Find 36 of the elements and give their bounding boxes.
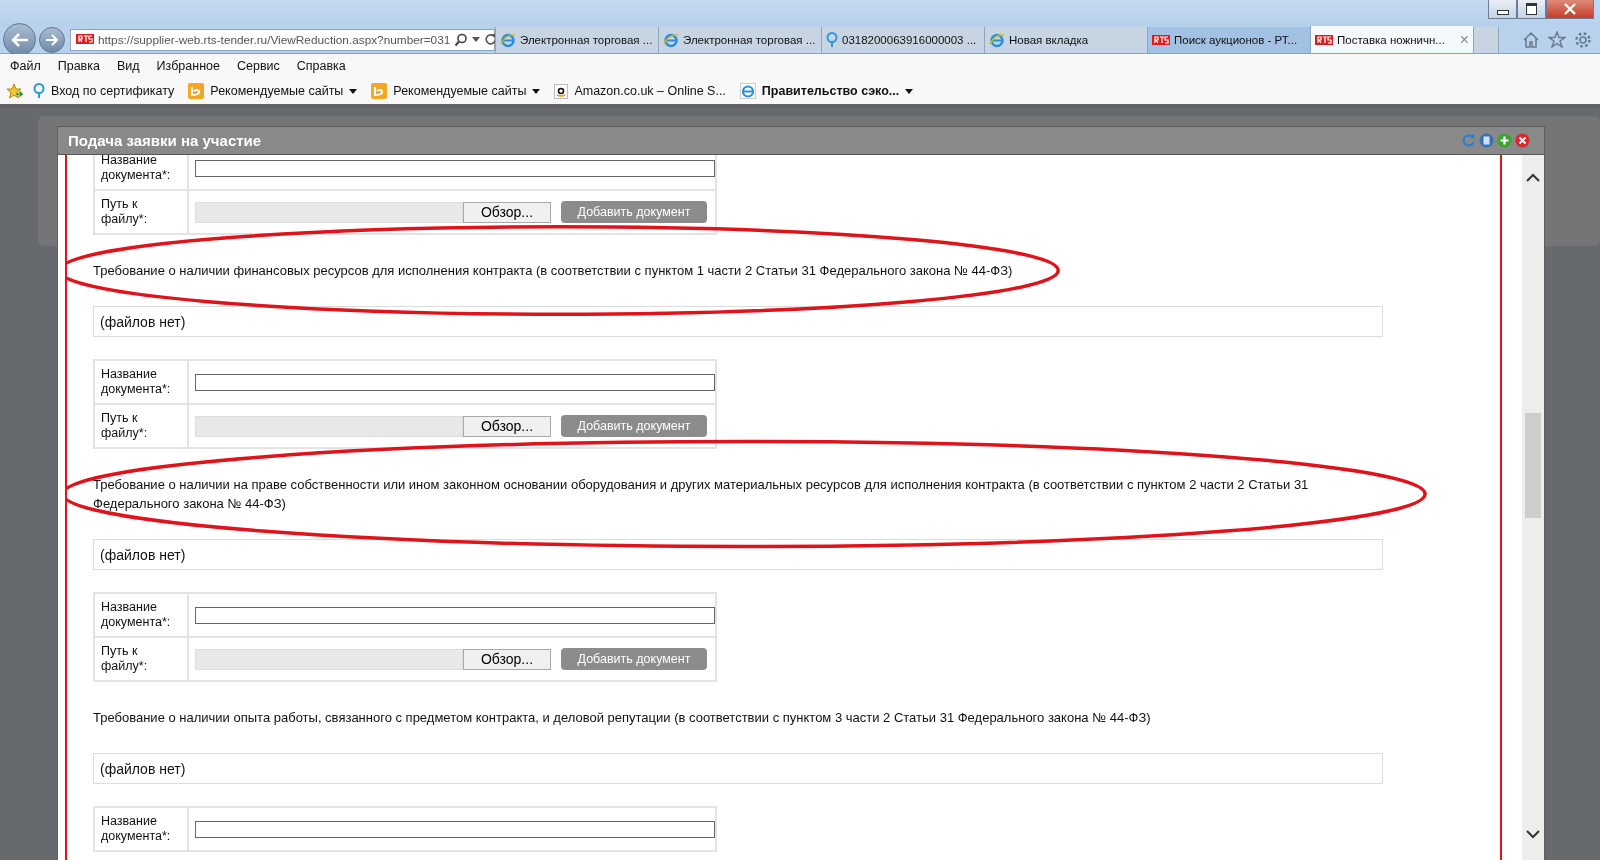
no-files-text: (файлов нет) [100,313,186,330]
menu-item[interactable]: Сервис [236,59,280,73]
browse-button[interactable]: Обзор... [463,201,551,223]
url-text: https://supplier-web.rts-tender.ru/ViewReduction.aspx?number=031 [98,32,451,47]
browser-tab[interactable]: 0318200063916000003 ... [821,26,984,53]
field-label: Путь к файлу*: [95,191,189,233]
favorites-link[interactable]: Amazon.co.uk – Online S... [554,83,726,99]
browse-button[interactable]: Обзор... [463,648,551,670]
dialog-title: Подача заявки на участие [68,132,262,149]
field-label: Путь к файлу*: [95,638,189,680]
favorites-link[interactable]: Правительство сэко... [739,83,914,99]
field-label: Название документа*: [95,361,189,403]
menu-item[interactable]: Вид [116,59,140,73]
requirement-text: Требование о наличии на праве собственности или ином законном основании оборудования и других материальных ресурсов для исполнения контракта (в соответствии с пунктом 2 части 2 Статьи 31 Федерального закона № 44-ФЗ) [93,476,1310,513]
no-files-text: (файлов нет) [100,760,186,777]
menu-item[interactable]: Файл [10,59,41,73]
requirement-text: Требование о наличии финансовых ресурсов для исполнения контракта (в соответствии с пунктом 1 части 2 Статьи 31 Федерального закона № 44-ФЗ) [93,262,1013,280]
favorites-link[interactable]: Рекомендуемые сайты [371,83,541,99]
browser-tab[interactable]: Новая вкладка [984,26,1147,53]
requirement-text: Требование о наличии опыта работы, связанного с предметом контракта, и деловой репутации (в соответствии с пунктом 3 части 2 Статьи 31 Федерального закона № 44-ФЗ) [93,709,1151,727]
browser-tab[interactable]: Поставка ножничн... × [1310,26,1473,53]
field-label: Название документа*: [95,808,189,850]
browser-tab[interactable]: Поиск аукционов - РТ... [1147,26,1310,53]
browser-tab[interactable]: Электронная торговая ... [495,26,658,53]
menu-item[interactable]: Избранное [156,59,220,73]
field-label: Название документа*: [95,155,189,189]
address-bar[interactable]: https://supplier-web.rts-tender.ru/ViewReduction.aspx?number=031 [70,28,495,51]
browser-tab[interactable]: Электронная торговая ... [658,26,821,53]
no-files-text: (файлов нет) [100,546,186,563]
field-label: Название документа*: [95,594,189,636]
menu-item[interactable]: Правка [57,59,100,73]
menu-item[interactable]: Справка [296,59,346,73]
favorites-link[interactable]: Рекомендуемые сайты [188,83,358,99]
browse-button[interactable]: Обзор... [463,415,551,437]
favorites-link[interactable]: Вход по сертификату [33,83,175,99]
field-label: Путь к файлу*: [95,405,189,447]
